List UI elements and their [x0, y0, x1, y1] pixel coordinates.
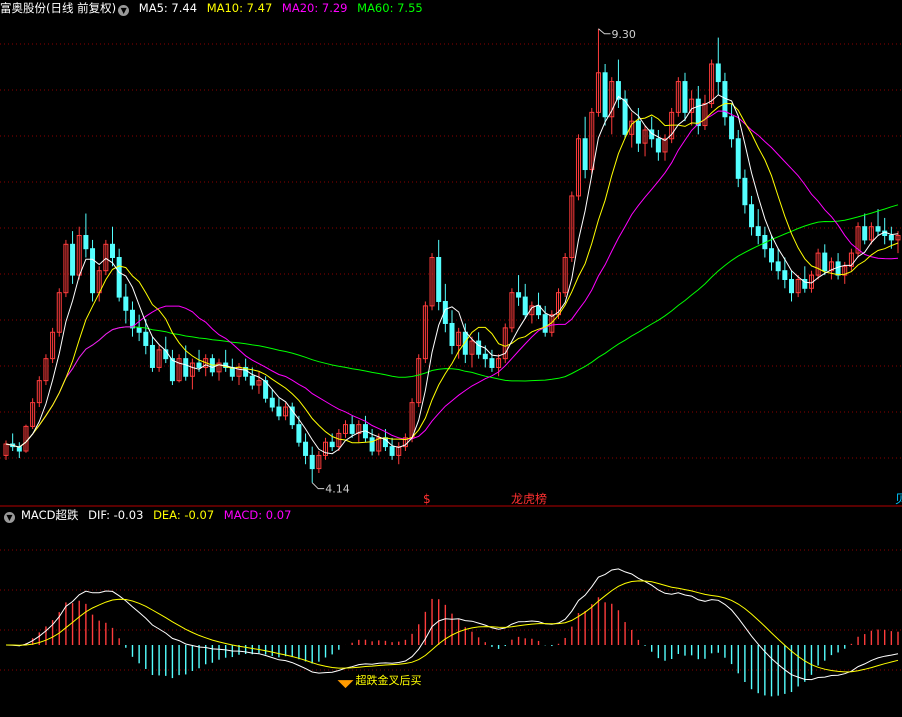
candle-body: [749, 204, 755, 228]
indicator-dea: DEA: -0.07: [153, 508, 215, 522]
candle-body: [90, 248, 96, 294]
chevron-down-icon[interactable]: ▼: [4, 512, 15, 523]
macd-panel-header: ▼ MACD超跌 DIF: -0.03 DEA: -0.07 MACD: 0.07: [0, 507, 297, 523]
candle-body: [289, 406, 295, 426]
candle-body: [329, 441, 335, 448]
candle-body: [196, 362, 202, 368]
candle-body: [682, 81, 688, 113]
candle-body: [482, 353, 488, 360]
candle-body: [835, 261, 841, 276]
ma10-line: [5, 103, 899, 448]
event-marker: $: [423, 492, 431, 506]
candle-body: [695, 98, 701, 127]
candle-body: [436, 257, 442, 302]
main-panel-header: 富奥股份(日线 前复权) ▼ MA5: 7.44 MA10: 7.47 MA20:…: [0, 0, 429, 16]
candle-body: [775, 261, 781, 272]
candle-body: [715, 63, 721, 83]
indicator-ma20: MA20: 7.29: [281, 1, 348, 15]
candle-body: [249, 375, 255, 386]
candle-body: [303, 441, 309, 456]
candle-body: [349, 424, 355, 434]
ma20-line: [5, 110, 899, 448]
indicator-ma60: MA60: 7.55: [357, 1, 423, 15]
candle-body: [875, 226, 881, 232]
candle-body: [476, 340, 482, 355]
candle-body: [729, 116, 735, 140]
candle-body: [742, 177, 748, 206]
indicator-macd: MACD: 0.07: [223, 508, 292, 522]
indicator-dif: DIF: -0.03: [88, 508, 144, 522]
candle-body: [862, 226, 868, 241]
candle-body: [296, 424, 302, 443]
candle-body: [169, 358, 175, 382]
event-marker: 贝: [895, 492, 902, 506]
candle-body: [522, 296, 528, 316]
low-price-label: 4.14: [325, 483, 350, 496]
candle-body: [136, 327, 142, 333]
candle-body: [123, 296, 129, 311]
candle-body: [602, 72, 608, 118]
candle-body: [309, 454, 315, 470]
candle-body: [622, 98, 628, 135]
macd-panel-title: MACD超跌: [21, 508, 79, 522]
candle-body: [276, 406, 282, 417]
candle-body: [655, 138, 661, 153]
chart-svg[interactable]: 9.30 4.14 $ 龙虎榜 贝超跌金叉后买: [0, 0, 902, 713]
candle-body: [516, 292, 522, 298]
high-price-label: 9.30: [611, 28, 636, 41]
candle-body: [449, 322, 455, 346]
candle-body: [149, 344, 155, 368]
candle-body: [269, 397, 275, 408]
indicator-ma5: MA5: 7.44: [138, 1, 198, 15]
candle-body: [70, 243, 76, 276]
candle-body: [788, 278, 794, 294]
candle-body: [110, 243, 116, 259]
candle-body: [369, 437, 375, 452]
candle-body: [489, 358, 495, 368]
chevron-down-icon[interactable]: ▼: [118, 5, 130, 16]
candle-body: [635, 120, 641, 144]
chart-canvas[interactable]: 9.30 4.14 $ 龙虎榜贝超跌金叉后买 富奥股份(日线 前复权) ▼ MA5: 7…: [0, 0, 902, 713]
candle-body: [782, 270, 788, 280]
candle-body: [542, 314, 548, 333]
candle-body: [116, 257, 122, 298]
high-pointer: [598, 28, 611, 35]
candle-body: [769, 248, 775, 263]
signal-marker-icon: [337, 680, 354, 689]
candle-body: [888, 235, 894, 241]
candle-body: [389, 446, 395, 456]
candle-body: [582, 138, 588, 171]
candle-body: [735, 138, 741, 179]
candle-body: [143, 331, 149, 346]
event-marker: 龙虎榜: [511, 491, 547, 506]
main-panel-title: 富奥股份(日线 前复权): [0, 1, 117, 15]
low-pointer: [311, 482, 325, 490]
indicator-ma10: MA10: 7.47: [206, 1, 273, 15]
candle-body: [83, 235, 89, 250]
candle-body: [183, 358, 189, 377]
signal-label: 超跌金叉后买: [355, 673, 421, 687]
candle-body: [755, 226, 761, 237]
candle-body: [822, 252, 828, 272]
